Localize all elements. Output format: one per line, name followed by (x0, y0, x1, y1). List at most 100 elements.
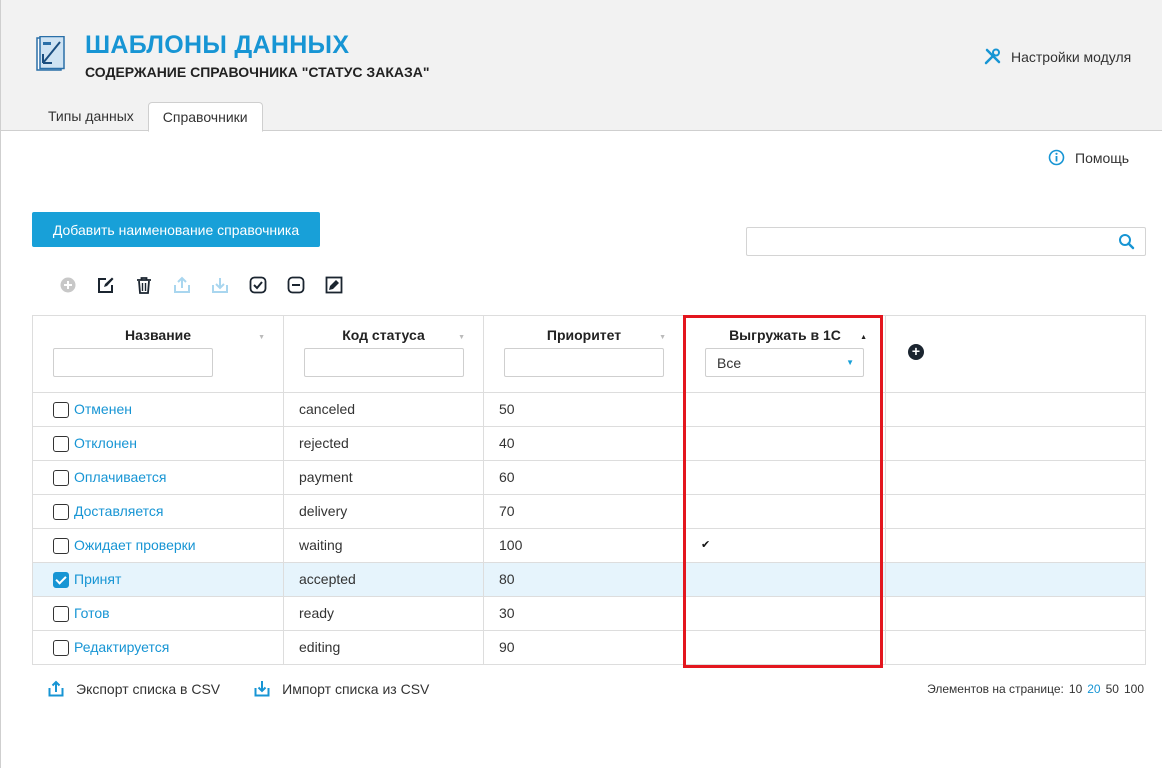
bulk-edit-button[interactable] (324, 276, 362, 294)
row-priority: 90 (484, 631, 685, 664)
export-csv-link[interactable]: Экспорт списка в CSV (48, 680, 220, 697)
column-name[interactable]: Название ▼ (33, 316, 284, 392)
row-code: editing (284, 631, 484, 664)
column-status-code[interactable]: Код статуса ▼ (284, 316, 484, 392)
column-header-label: Название (124, 327, 192, 343)
trash-icon (137, 277, 151, 294)
select-all-button[interactable] (248, 276, 286, 294)
module-settings-link[interactable]: Настройки модуля (984, 48, 1131, 65)
row-name-link[interactable]: Оплачивается (74, 461, 166, 494)
row-checkbox[interactable] (53, 436, 69, 452)
column-priority[interactable]: Приоритет ▼ (484, 316, 685, 392)
row-name-link[interactable]: Отклонен (74, 427, 137, 460)
table-row[interactable]: Доставляется delivery 70 (33, 495, 1145, 529)
tab-data-types[interactable]: Типы данных (34, 102, 148, 131)
row-checkbox[interactable] (53, 640, 69, 656)
row-checkbox[interactable] (53, 504, 69, 520)
row-checkbox[interactable] (53, 538, 69, 554)
row-name-link[interactable]: Готов (74, 597, 110, 630)
row-name-link[interactable]: Редактируется (74, 631, 169, 664)
column-add-area: + (886, 316, 1145, 392)
table-row[interactable]: Редактируется editing 90 (33, 631, 1145, 665)
row-code: waiting (284, 529, 484, 562)
row-priority: 40 (484, 427, 685, 460)
add-directory-name-button[interactable]: Добавить наименование справочника (32, 212, 320, 247)
import-csv-label: Импорт списка из CSV (282, 680, 430, 697)
column-header-label: Код статуса (342, 327, 425, 343)
column-header-label: Выгружать в 1С (729, 327, 841, 343)
add-item-button[interactable] (58, 276, 96, 294)
page-subtitle: СОДЕРЖАНИЕ СПРАВОЧНИКА "СТАТУС ЗАКАЗА" (85, 64, 430, 80)
filter-code-input[interactable] (304, 348, 464, 377)
search-icon[interactable] (1118, 233, 1135, 250)
column-export-1c[interactable]: Выгружать в 1С ▲ Все ▼ (685, 316, 886, 392)
table-row[interactable]: Отменен canceled 50 (33, 393, 1145, 427)
sort-icon[interactable]: ▼ (659, 334, 666, 341)
header: ШАБЛОНЫ ДАННЫХ СОДЕРЖАНИЕ СПРАВОЧНИКА "С… (1, 0, 1162, 132)
row-checkbox-checked[interactable] (53, 572, 69, 588)
row-priority: 80 (484, 563, 685, 596)
info-icon (1048, 149, 1065, 166)
row-code: payment (284, 461, 484, 494)
filter-name-input[interactable] (53, 348, 213, 377)
import-icon (212, 278, 228, 293)
row-priority: 70 (484, 495, 685, 528)
row-export-mark: ✔ (701, 539, 711, 551)
import-button[interactable] (210, 276, 248, 294)
tab-directories[interactable]: Справочники (147, 102, 263, 132)
chevron-down-icon: ▼ (846, 358, 854, 367)
add-circle-icon (60, 277, 76, 293)
footer-actions: Экспорт списка в CSV Импорт списка из CS… (48, 680, 429, 697)
row-name-link[interactable]: Принят (74, 563, 121, 596)
export-button[interactable] (172, 276, 210, 294)
directory-table: Название ▼ Код статуса ▼ Приоритет ▼ Выг… (32, 315, 1146, 665)
table-row-selected[interactable]: Принят accepted 80 (33, 563, 1145, 597)
row-name-link[interactable]: Отменен (74, 393, 132, 426)
tab-bar: Типы данных Справочники (34, 102, 263, 132)
row-code: accepted (284, 563, 484, 596)
per-page-20[interactable]: 20 (1087, 682, 1100, 696)
row-name-link[interactable]: Ожидает проверки (74, 529, 196, 562)
table-row[interactable]: Готов ready 30 (33, 597, 1145, 631)
filter-export-select[interactable]: Все ▼ (705, 348, 864, 377)
sort-icon[interactable]: ▼ (258, 334, 265, 341)
row-priority: 100 (484, 529, 685, 562)
table-row[interactable]: Ожидает проверки waiting 100 ✔ (33, 529, 1145, 563)
per-page-10[interactable]: 10 (1069, 682, 1082, 696)
module-logo-icon (36, 36, 65, 71)
delete-button[interactable] (134, 276, 172, 294)
deselect-all-button[interactable] (286, 276, 324, 294)
toolbar (58, 276, 362, 294)
per-page-100[interactable]: 100 (1124, 682, 1144, 696)
tools-icon (984, 48, 1001, 65)
minus-circle-icon (287, 276, 305, 294)
table-header: Название ▼ Код статуса ▼ Приоритет ▼ Выг… (33, 316, 1145, 393)
filter-export-value: Все (717, 355, 742, 371)
import-icon (254, 681, 270, 697)
row-checkbox[interactable] (53, 402, 69, 418)
page-title: ШАБЛОНЫ ДАННЫХ (85, 31, 350, 59)
export-csv-label: Экспорт списка в CSV (76, 680, 221, 697)
edit-icon (98, 277, 114, 293)
sort-icon[interactable]: ▼ (458, 334, 465, 341)
search-input[interactable] (747, 228, 1107, 255)
sort-asc-icon[interactable]: ▲ (860, 334, 867, 341)
add-column-icon[interactable]: + (908, 344, 924, 360)
table-row[interactable]: Оплачивается payment 60 (33, 461, 1145, 495)
help-link[interactable]: Помощь (1048, 149, 1129, 166)
filter-priority-input[interactable] (504, 348, 664, 377)
edit-button[interactable] (96, 276, 134, 294)
import-csv-link[interactable]: Импорт списка из CSV (254, 680, 429, 697)
row-code: rejected (284, 427, 484, 460)
row-priority: 50 (484, 393, 685, 426)
row-code: ready (284, 597, 484, 630)
table-row[interactable]: Отклонен rejected 40 (33, 427, 1145, 461)
edit-square-icon (325, 276, 343, 294)
per-page-50[interactable]: 50 (1106, 682, 1119, 696)
row-name-link[interactable]: Доставляется (74, 495, 164, 528)
row-checkbox[interactable] (53, 470, 69, 486)
export-icon (174, 276, 190, 293)
row-checkbox[interactable] (53, 606, 69, 622)
check-circle-icon (249, 276, 267, 294)
column-header-label: Приоритет (546, 327, 622, 343)
